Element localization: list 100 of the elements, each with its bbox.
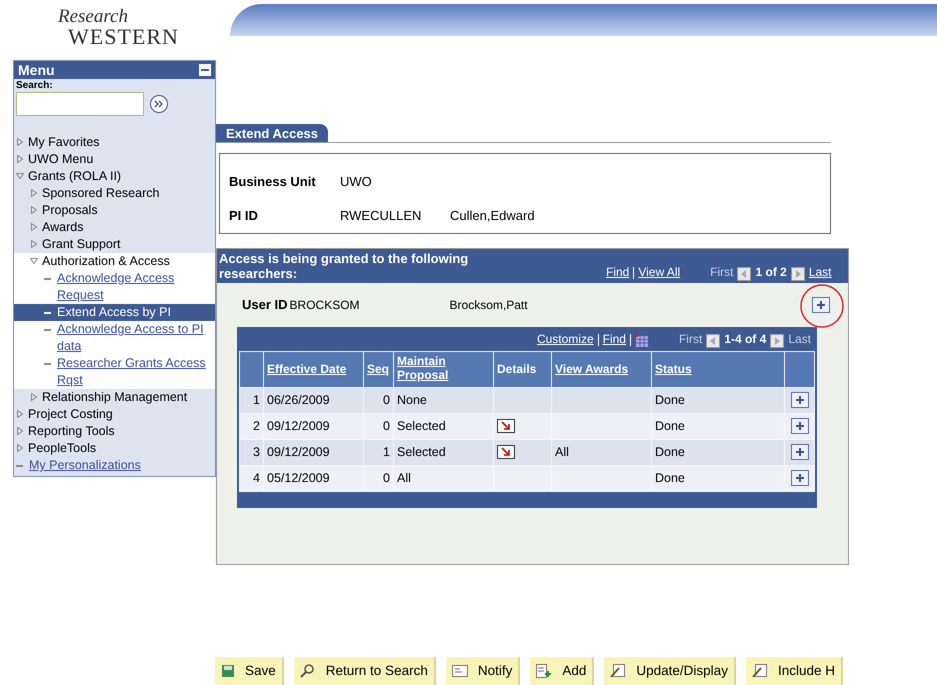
column-header[interactable]: Status: [655, 362, 692, 376]
collapsed-triangle-icon: [30, 189, 38, 197]
first-label: First: [710, 264, 734, 281]
envelope-icon: [452, 665, 468, 677]
add-document-icon: [536, 664, 552, 678]
add-row-button[interactable]: [790, 392, 808, 408]
menu-link[interactable]: My Personalizations: [29, 457, 141, 474]
table-cell: Done: [655, 444, 685, 459]
customize-link[interactable]: Customize: [536, 330, 594, 348]
toolbar-button[interactable]: Update/Display: [604, 657, 736, 685]
plus-icon: [794, 447, 804, 457]
menu-link[interactable]: Acknowledge Access Request: [57, 270, 211, 304]
view-all-link[interactable]: View All: [638, 263, 680, 281]
menu-folder[interactable]: PeopleTools: [28, 440, 96, 457]
field-label: Business Unit: [229, 173, 317, 191]
field-description: Cullen,Edward: [450, 206, 535, 224]
last-link[interactable]: Last: [808, 263, 832, 281]
collapsed-triangle-icon: [30, 223, 38, 231]
table-cell: 1: [383, 444, 390, 459]
table-cell: 09/12/2009: [267, 444, 330, 459]
find-link[interactable]: Find: [602, 330, 626, 348]
menu-link[interactable]: Acknowledge Access to PI data: [57, 321, 211, 355]
table-cell: Selected: [397, 444, 446, 459]
menu-folder[interactable]: Reporting Tools: [28, 423, 115, 440]
toolbar-button[interactable]: Add: [530, 657, 594, 685]
toolbar-button[interactable]: Include H: [746, 657, 843, 685]
field-label: PI ID: [229, 206, 259, 224]
go-button[interactable]: [150, 95, 168, 113]
toolbar-button[interactable]: Save: [215, 657, 284, 685]
add-row-button[interactable]: [812, 296, 830, 313]
dash-icon: [44, 329, 51, 331]
menu-folder[interactable]: Authorization & Access: [42, 253, 170, 270]
menu-folder[interactable]: Proposals: [42, 202, 98, 219]
toolbar-button[interactable]: Notify: [446, 657, 520, 685]
collapsed-triangle-icon: [16, 427, 24, 435]
user-id-value: BROCKSOM: [290, 296, 361, 314]
menu-folder[interactable]: Project Costing: [28, 406, 113, 423]
collapsed-triangle-icon: [16, 444, 24, 452]
field-value: RWECULLEN: [340, 206, 422, 224]
menu-title: Menu: [18, 60, 55, 80]
add-row-button[interactable]: [790, 418, 808, 434]
search-label: Search:: [16, 80, 54, 92]
toolbar-button[interactable]: Return to Search: [294, 657, 436, 685]
table-cell: 0: [383, 470, 390, 485]
table-cell: Done: [655, 418, 685, 433]
menu-folder[interactable]: Relationship Management: [42, 389, 188, 406]
field-value: UWO: [340, 173, 373, 191]
magnifier-icon: [300, 664, 316, 678]
expanded-triangle-icon: [16, 172, 24, 180]
add-row-button[interactable]: [790, 444, 808, 460]
grid-icon[interactable]: [634, 334, 649, 348]
menu-link[interactable]: Researcher Grants Access Rqst: [57, 355, 211, 389]
user-id-label: User ID: [242, 296, 288, 314]
table-cell: 0: [383, 392, 390, 407]
edit-document-icon: [752, 664, 768, 678]
table-cell: 05/12/2009: [267, 470, 330, 485]
menu-folder[interactable]: UWO Menu: [28, 151, 94, 168]
previous-icon[interactable]: [737, 267, 752, 281]
logo-research: Research: [58, 8, 128, 26]
plus-icon: [794, 395, 804, 405]
search-field[interactable]: [16, 92, 144, 116]
dash-icon: [44, 278, 51, 280]
row-number: 3: [253, 444, 260, 459]
menu-folder[interactable]: Awards: [42, 219, 84, 236]
menu-folder[interactable]: Grants (ROLA II): [28, 168, 122, 185]
next-icon[interactable]: [790, 267, 805, 281]
column-header: Details: [497, 362, 536, 376]
collapsed-triangle-icon: [30, 240, 38, 248]
find-link[interactable]: Find: [606, 263, 630, 281]
table-cell: 09/12/2009: [267, 418, 330, 433]
table-cell: 06/26/2009: [267, 392, 330, 407]
plus-icon: [794, 473, 804, 483]
table-cell: None: [397, 392, 427, 407]
page-tab[interactable]: Extend Access: [216, 124, 328, 142]
add-row-button[interactable]: [790, 470, 808, 486]
menu-folder[interactable]: Sponsored Research: [42, 185, 160, 202]
row-number: 2: [253, 418, 260, 433]
row-number: 4: [253, 470, 260, 485]
menu-folder[interactable]: Grant Support: [42, 236, 121, 253]
table-cell: All: [555, 444, 569, 459]
first-label: First: [678, 330, 702, 348]
double-chevron-icon: [154, 100, 164, 108]
details-icon[interactable]: [497, 419, 515, 433]
row-count: 1-4 of 4: [724, 330, 766, 348]
plus-icon: [816, 300, 826, 310]
collapsed-triangle-icon: [30, 393, 38, 401]
plus-icon: [794, 421, 804, 431]
last-label: Last: [788, 330, 811, 348]
dash-icon: [44, 312, 51, 314]
collapsed-triangle-icon: [16, 155, 24, 163]
next-icon[interactable]: [770, 334, 784, 348]
row-number: 1: [253, 392, 260, 407]
collapsed-triangle-icon: [30, 206, 38, 214]
table-cell: All: [397, 470, 411, 485]
details-icon[interactable]: [497, 445, 515, 459]
menu-folder[interactable]: My Favorites: [28, 134, 100, 151]
collapse-icon[interactable]: [199, 64, 211, 76]
page-count: 1 of 2: [755, 264, 787, 281]
logo-western: WESTERN: [67, 26, 179, 48]
previous-icon[interactable]: [706, 334, 720, 348]
